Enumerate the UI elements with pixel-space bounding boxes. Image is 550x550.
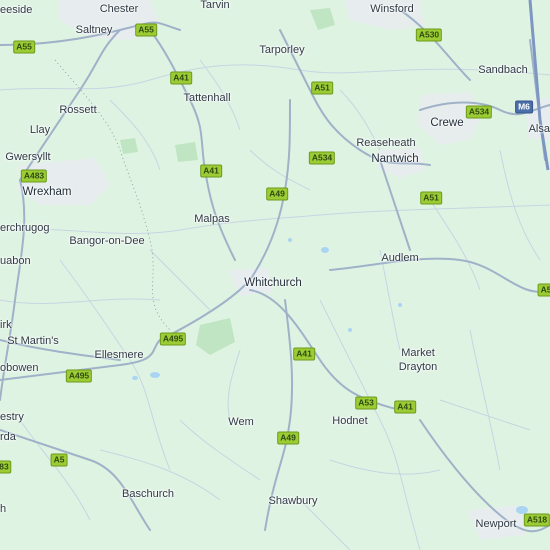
place-label-llay[interactable]: Llay bbox=[30, 124, 50, 136]
place-label-newport[interactable]: Newport bbox=[476, 518, 517, 530]
woodland-patch bbox=[120, 138, 138, 154]
place-label-chirk[interactable]: irk bbox=[0, 319, 12, 331]
place-label-sandbach[interactable]: Sandbach bbox=[478, 64, 528, 76]
place-label-audlem[interactable]: Audlem bbox=[381, 252, 418, 264]
place-label-whitchurch[interactable]: Whitchurch bbox=[244, 277, 302, 289]
place-label-shawbury[interactable]: Shawbury bbox=[269, 495, 318, 507]
road-shield-a51[interactable]: A51 bbox=[311, 81, 333, 95]
place-label-bangor-on-dee[interactable]: Bangor-on-Dee bbox=[69, 235, 144, 247]
place-label-wem[interactable]: Wem bbox=[228, 416, 253, 428]
road-shield-a41[interactable]: A41 bbox=[394, 400, 416, 414]
place-label-nantwich[interactable]: Nantwich bbox=[371, 153, 418, 165]
road-shield-a55[interactable]: A55 bbox=[13, 40, 35, 54]
place-label-wrexham[interactable]: Wrexham bbox=[23, 186, 72, 198]
place-label-saltney[interactable]: Saltney bbox=[76, 24, 113, 36]
road-shield-a49[interactable]: A49 bbox=[266, 187, 288, 201]
place-label-rda[interactable]: rda bbox=[0, 431, 16, 443]
pond bbox=[348, 328, 352, 332]
road-shield-a49[interactable]: A49 bbox=[277, 431, 299, 445]
road-shield-a534[interactable]: A534 bbox=[465, 105, 493, 119]
place-label-chester[interactable]: Chester bbox=[100, 3, 139, 15]
place-label-baschurch[interactable]: Baschurch bbox=[122, 488, 174, 500]
place-label-ruabon[interactable]: uabon bbox=[0, 255, 31, 267]
place-label-ellesmere[interactable]: Ellesmere bbox=[95, 349, 144, 361]
place-label-oswestry[interactable]: estry bbox=[0, 411, 24, 423]
place-label-h[interactable]: h bbox=[0, 503, 6, 515]
road-shield-a518[interactable]: A518 bbox=[523, 513, 550, 527]
place-label-reaseheath[interactable]: Reaseheath bbox=[356, 137, 415, 149]
place-label-erchrugog[interactable]: erchrugog bbox=[0, 222, 50, 234]
road-shield-a530[interactable]: A530 bbox=[415, 28, 443, 42]
road-shield-a483-edge[interactable]: 83 bbox=[0, 460, 12, 474]
lake bbox=[321, 247, 329, 253]
road-shield-a483[interactable]: A483 bbox=[20, 169, 48, 183]
place-label-st-martins[interactable]: St Martin's bbox=[7, 335, 59, 347]
place-label-crewe[interactable]: Crewe bbox=[430, 117, 463, 129]
place-label-tattenhall[interactable]: Tattenhall bbox=[183, 92, 230, 104]
road-shield-a5[interactable]: A5 bbox=[537, 283, 550, 297]
road-shield-a534[interactable]: A534 bbox=[308, 151, 336, 165]
place-label-tarvin[interactable]: Tarvin bbox=[200, 0, 229, 11]
road-shield-a495[interactable]: A495 bbox=[159, 332, 187, 346]
pond bbox=[398, 303, 402, 307]
pond bbox=[288, 238, 292, 242]
road-shield-a55[interactable]: A55 bbox=[135, 23, 157, 37]
road-shield-m6[interactable]: M6 bbox=[515, 100, 533, 114]
road-shield-a53[interactable]: A53 bbox=[355, 396, 377, 410]
place-label-tarporley[interactable]: Tarporley bbox=[259, 44, 304, 56]
place-label-hodnet[interactable]: Hodnet bbox=[332, 415, 367, 427]
road-shield-a41[interactable]: A41 bbox=[170, 71, 192, 85]
mere bbox=[132, 376, 138, 380]
map-canvas[interactable]: eeside Chester Tarvin Winsford Saltney T… bbox=[0, 0, 550, 550]
place-label-deeside[interactable]: eeside bbox=[0, 4, 32, 16]
place-label-market-drayton[interactable]: Market Drayton bbox=[399, 346, 438, 374]
road-shield-a51[interactable]: A51 bbox=[420, 191, 442, 205]
road-shield-a41[interactable]: A41 bbox=[293, 347, 315, 361]
road-shield-a41[interactable]: A41 bbox=[200, 164, 222, 178]
map-layer bbox=[0, 0, 550, 550]
place-label-winsford[interactable]: Winsford bbox=[370, 3, 413, 15]
mere bbox=[150, 372, 160, 378]
road-shield-a5[interactable]: A5 bbox=[50, 453, 68, 467]
place-label-malpas[interactable]: Malpas bbox=[194, 213, 229, 225]
road-shield-a495[interactable]: A495 bbox=[65, 369, 93, 383]
woodland-patch bbox=[175, 142, 198, 162]
place-label-gwersyllt[interactable]: Gwersyllt bbox=[5, 151, 50, 163]
place-label-alsager[interactable]: Alsa bbox=[529, 123, 550, 135]
place-label-rossett[interactable]: Rossett bbox=[59, 104, 96, 116]
place-label-gobowen[interactable]: obowen bbox=[0, 362, 39, 374]
